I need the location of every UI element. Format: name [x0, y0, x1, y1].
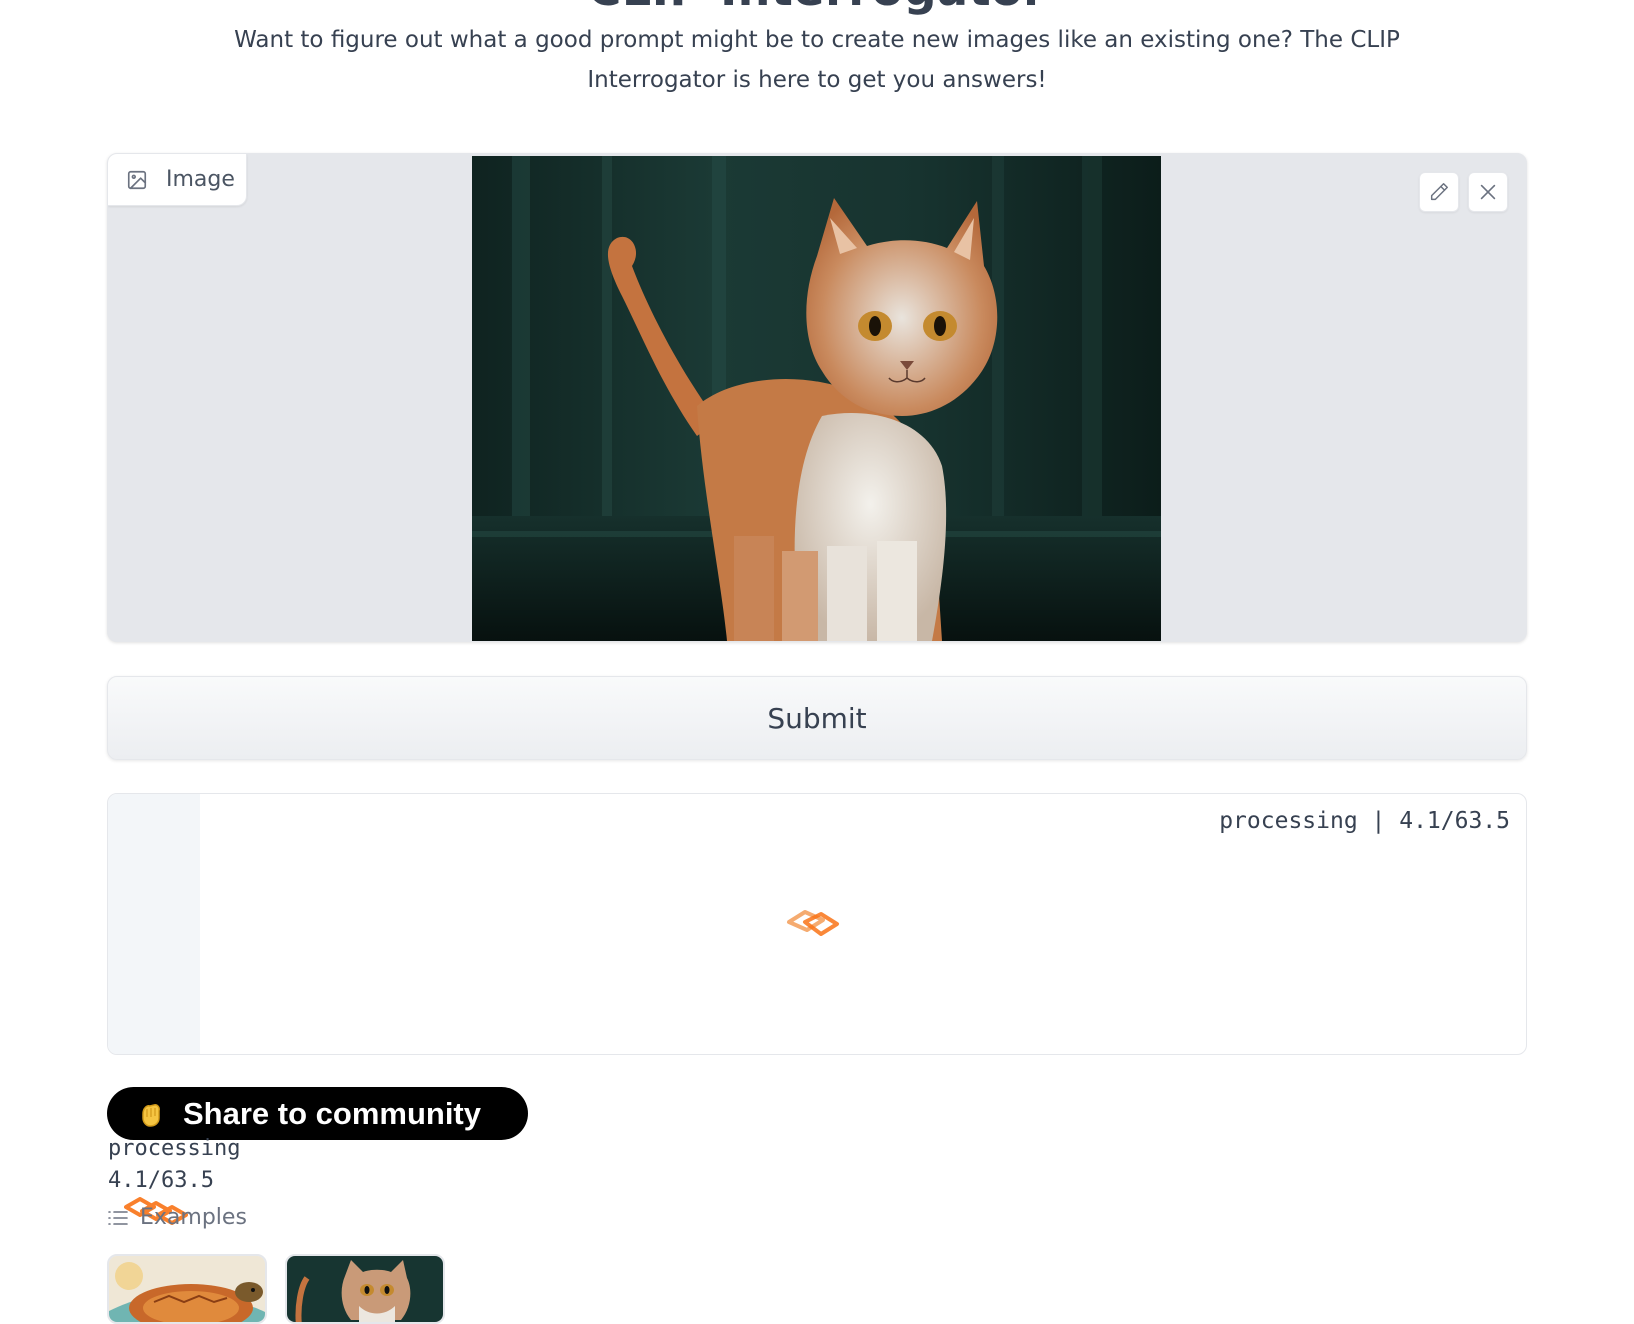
image-label: Image [108, 154, 247, 206]
example-cat-thumbnail[interactable] [285, 1254, 445, 1324]
list-icon [108, 1210, 128, 1225]
image-input[interactable]: Image [107, 153, 1527, 642]
close-icon [1480, 184, 1496, 200]
output-gutter [108, 794, 200, 1054]
clear-image-button[interactable] [1468, 172, 1508, 212]
edit-image-button[interactable] [1419, 172, 1459, 212]
page-description: Want to figure out what a good prompt mi… [234, 27, 1400, 93]
clapping-hands-icon [142, 1103, 160, 1127]
image-label-text: Image [166, 167, 235, 192]
uploaded-image [472, 156, 1161, 641]
page-title: CLIP Interrogator [0, 0, 1634, 12]
image-icon [127, 170, 147, 189]
examples-header[interactable]: Examples [108, 1205, 247, 1230]
progress-status: processing | 4.1/63.5 [1219, 808, 1510, 834]
submit-button[interactable]: Submit [107, 676, 1527, 760]
secondary-progress-status: processing 4.1/63.5 [108, 1133, 240, 1197]
example-turtle-thumbnail[interactable] [107, 1254, 267, 1324]
loading-spinner-icon [787, 910, 839, 936]
pencil-icon [1430, 183, 1448, 201]
examples-label: Examples [140, 1205, 247, 1230]
output-textbox[interactable]: processing | 4.1/63.5 [107, 793, 1527, 1055]
share-label: Share to community [183, 1095, 481, 1131]
secondary-status-line1: processing [108, 1136, 241, 1161]
